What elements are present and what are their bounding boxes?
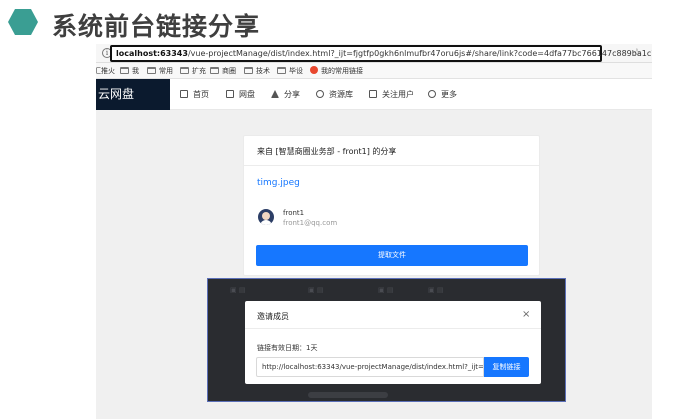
url-path: /vue-projectManage/dist/index.html?_ijt=… [187, 49, 652, 58]
bookmark-folder[interactable]: 毕设 [277, 66, 303, 76]
invite-modal: 邀请成员 × 链接有效日期：1天 http://localhost:63343/… [245, 301, 541, 384]
dimmed-nav-item: ▣ ▤ [378, 286, 394, 294]
bookmark-label: 常用 [159, 67, 173, 75]
nav-item-resources[interactable]: 资源库 [316, 79, 353, 110]
modal-title: 邀请成员 [257, 312, 289, 321]
app-logo[interactable]: 云网盘 [96, 79, 170, 110]
sharer-name: front1 [283, 209, 305, 217]
more-icon [428, 90, 436, 98]
dimmed-background [308, 392, 388, 398]
share-link-input[interactable]: http://localhost:63343/vue-projectManage… [256, 357, 484, 377]
folder-icon [120, 67, 129, 74]
folder-icon [210, 67, 219, 74]
share-icon [271, 90, 279, 98]
bookmarks-bar: 汇推火 我 常用 扩充 商圈 技术 毕设 我的常用链接 [96, 63, 652, 79]
bookmark-label: 技术 [256, 67, 270, 75]
nav-label: 资源库 [329, 90, 353, 99]
bookmark-item[interactable]: 汇推火 [96, 66, 115, 76]
close-icon[interactable]: × [522, 309, 530, 321]
share-card: 来自 [智慧商圈业务部 - front1] 的分享 timg.jpeg fron… [243, 135, 540, 276]
nav-item-home[interactable]: 首页 [180, 79, 209, 110]
bookmark-label: 扩充 [192, 67, 206, 75]
dimmed-nav-item: ▣ ▤ [308, 286, 324, 294]
slide-title: 系统前台链接分享 [52, 12, 261, 41]
folder-icon [244, 67, 253, 74]
bookmark-folder[interactable]: 扩充 [180, 66, 206, 76]
nav-label: 关注用户 [382, 90, 414, 99]
slide-header: 系统前台链接分享 [0, 0, 687, 44]
hexagon-icon [8, 9, 38, 35]
slide: 系统前台链接分享 i localhost:63343/vue-projectMa… [0, 0, 687, 419]
url-field[interactable]: localhost:63343/vue-projectManage/dist/i… [110, 45, 652, 62]
bookmark-folder[interactable]: 我 [120, 66, 139, 76]
bookmark-label: 汇推火 [96, 67, 115, 75]
url-text: localhost:63343/vue-projectManage/dist/i… [116, 48, 652, 59]
bookmark-label: 我的常用链接 [321, 67, 363, 75]
nav-item-follow[interactable]: 关注用户 [369, 79, 414, 110]
copy-link-button[interactable]: 复制链接 [484, 357, 529, 377]
url-host: localhost:63343 [116, 49, 188, 58]
nav-label: 分享 [284, 90, 300, 99]
bookmark-icon [310, 66, 318, 74]
follow-icon [369, 90, 377, 98]
bookmark-label: 毕设 [289, 67, 303, 75]
bookmark-folder[interactable]: 常用 [147, 66, 173, 76]
nav-item-more[interactable]: 更多 [428, 79, 457, 110]
bookmark-label: 我 [132, 67, 139, 75]
folder-icon [180, 67, 189, 74]
folder-icon [147, 67, 156, 74]
dimmed-nav-item: ▣ ▤ [428, 286, 444, 294]
nav-label: 更多 [441, 90, 457, 99]
nav-item-share[interactable]: 分享 [271, 79, 300, 110]
nav-label: 网盘 [239, 90, 255, 99]
invite-dialog-screenshot: ▣ ▤ ▣ ▤ ▣ ▤ ▣ ▤ 邀请成员 × 链接有效日期：1天 http://… [207, 278, 566, 402]
link-expiry-text: 链接有效日期：1天 [257, 344, 318, 352]
shared-file-link[interactable]: timg.jpeg [257, 178, 300, 188]
app-navbar: 云网盘 首页 网盘 分享 资源库 关注用户 更多 [96, 79, 652, 110]
address-bar: i localhost:63343/vue-projectManage/dist… [96, 44, 652, 63]
avatar [258, 209, 274, 225]
nav-label: 首页 [193, 90, 209, 99]
share-link-value: http://localhost:63343/vue-projectManage… [262, 363, 484, 371]
sharer-email: front1@qq.com [283, 219, 338, 227]
bookmark-folder[interactable]: 技术 [244, 66, 270, 76]
disk-icon [226, 90, 234, 98]
bookmark-label: 商圈 [222, 67, 236, 75]
folder-icon [277, 67, 286, 74]
resource-icon [316, 90, 324, 98]
share-card-title: 来自 [智慧商圈业务部 - front1] 的分享 [257, 147, 397, 156]
bookmark-folder[interactable]: 商圈 [210, 66, 236, 76]
star-icon[interactable]: ☆ [632, 46, 642, 59]
dimmed-nav-item: ▣ ▤ [230, 286, 246, 294]
divider [245, 328, 541, 329]
nav-item-disk[interactable]: 网盘 [226, 79, 255, 110]
home-icon [180, 90, 188, 98]
divider [244, 165, 539, 166]
bookmark-link[interactable]: 我的常用链接 [310, 66, 363, 76]
extract-file-button[interactable]: 提取文件 [256, 245, 528, 266]
